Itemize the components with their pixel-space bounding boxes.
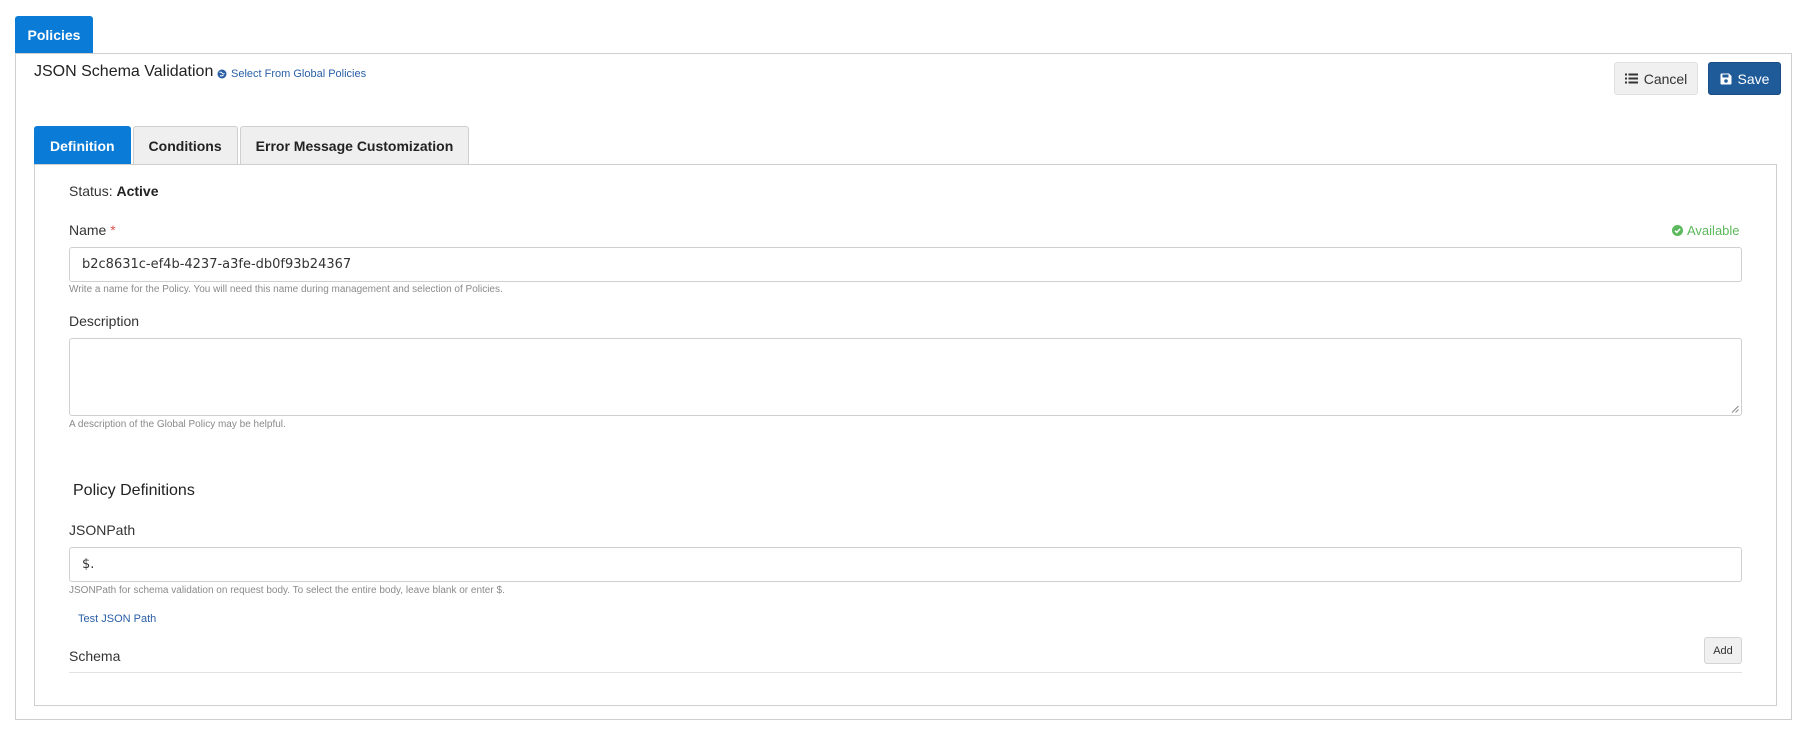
status-label: Status:	[69, 183, 113, 199]
schema-divider	[69, 672, 1742, 673]
tab-policies-label: Policies	[27, 27, 81, 43]
status-value: Active	[116, 183, 159, 199]
save-button[interactable]: Save	[1708, 62, 1781, 95]
tab-policies[interactable]: Policies	[15, 16, 93, 54]
name-label: Name	[69, 222, 107, 238]
list-icon	[1624, 73, 1638, 84]
tab-error-message-customization-label: Error Message Customization	[255, 138, 454, 154]
description-label: Description	[69, 313, 140, 329]
floppy-disk-icon	[1720, 73, 1732, 84]
page-title: JSON Schema Validation	[34, 63, 214, 80]
cancel-button[interactable]: Cancel	[1614, 62, 1698, 95]
description-help-text: A description of the Global Policy may b…	[69, 419, 286, 430]
availability-indicator: Available	[1672, 223, 1740, 238]
jsonpath-label: JSONPath	[69, 522, 136, 538]
check-circle-icon	[1672, 225, 1683, 236]
select-global-policies-link[interactable]: Select From Global Policies	[217, 68, 366, 80]
policy-definitions-title: Policy Definitions	[73, 482, 195, 499]
jsonpath-help-text: JSONPath for schema validation on reques…	[69, 585, 505, 596]
name-field[interactable]: b2c8631c-ef4b-4237-a3fe-db0f93b24367	[69, 247, 1742, 282]
policy-tabs: Definition Conditions Error Message Cust…	[34, 126, 470, 165]
required-marker: *	[110, 222, 116, 238]
tab-conditions[interactable]: Conditions	[132, 126, 238, 165]
resize-handle-icon[interactable]	[1731, 405, 1739, 413]
globe-icon	[217, 69, 227, 79]
add-schema-button[interactable]: Add	[1704, 637, 1742, 664]
name-help-text: Write a name for the Policy. You will ne…	[69, 284, 503, 295]
add-schema-label: Add	[1713, 644, 1733, 657]
select-global-policies-label: Select From Global Policies	[231, 68, 367, 80]
description-textarea[interactable]	[69, 338, 1742, 416]
cancel-label: Cancel	[1643, 70, 1688, 87]
tab-definition-label: Definition	[50, 138, 115, 154]
availability-label: Available	[1687, 223, 1740, 238]
definition-panel	[34, 164, 1777, 706]
name-label-row: Name *	[69, 222, 116, 238]
tab-error-message-customization[interactable]: Error Message Customization	[239, 126, 470, 165]
save-label: Save	[1737, 70, 1770, 87]
test-json-path-link[interactable]: Test JSON Path	[78, 613, 156, 625]
schema-label: Schema	[69, 648, 121, 664]
status-row: Status: Active	[69, 183, 159, 199]
name-field-value: b2c8631c-ef4b-4237-a3fe-db0f93b24367	[82, 257, 352, 272]
tab-definition[interactable]: Definition	[34, 126, 131, 165]
tab-conditions-label: Conditions	[148, 138, 222, 154]
jsonpath-field[interactable]: $.	[69, 547, 1742, 582]
jsonpath-field-value: $.	[82, 557, 95, 572]
